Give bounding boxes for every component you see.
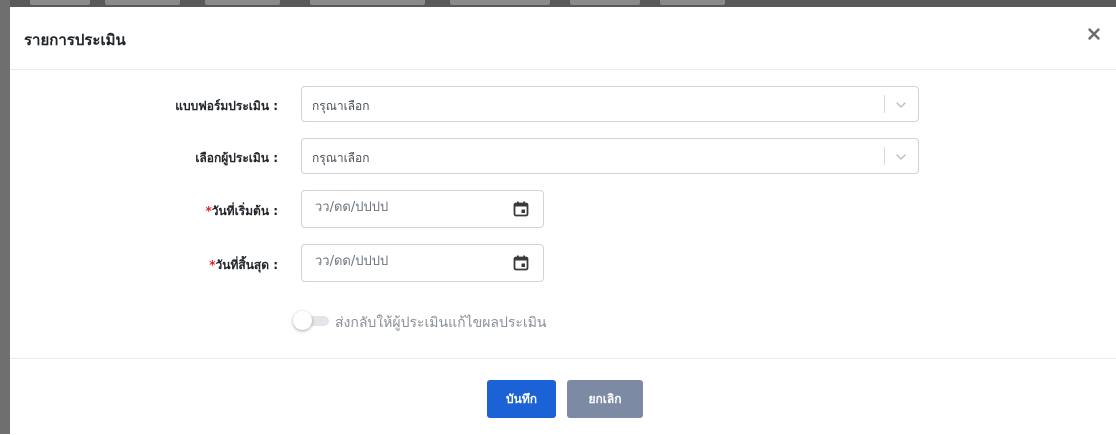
evaluator-value: กรุณาเลือก xyxy=(312,151,370,165)
evaluator-label: เลือกผู้ประเมิน : xyxy=(195,151,278,165)
end-date-input[interactable] xyxy=(315,254,495,269)
evaluation-form-select[interactable]: กรุณาเลือก xyxy=(301,86,919,122)
end-date-row: *วันที่สิ้นสุด : xyxy=(10,244,1116,284)
start-date-label-text: วันที่เริ่มต้น : xyxy=(211,204,278,218)
end-date-field[interactable] xyxy=(301,244,544,282)
backdrop-ghost-text xyxy=(105,0,180,5)
backdrop-ghost-text xyxy=(450,0,550,5)
end-date-label: *วันที่สิ้นสุด : xyxy=(209,256,278,275)
start-date-field[interactable] xyxy=(301,190,544,228)
backdrop-left-edge xyxy=(0,0,10,434)
backdrop-ghost-text xyxy=(310,0,425,5)
select-separator xyxy=(884,147,885,165)
calendar-icon[interactable] xyxy=(512,200,530,218)
save-button[interactable]: บันทึก xyxy=(487,380,556,418)
close-icon xyxy=(1088,28,1100,40)
start-date-label: *วันที่เริ่มต้น : xyxy=(205,202,278,221)
evaluator-row: เลือกผู้ประเมิน : กรุณาเลือก xyxy=(10,137,1116,175)
evaluation-modal: รายการประเมิน แบบฟอร์มประเมิน : กรุณาเลื… xyxy=(10,7,1116,434)
backdrop-ghost-text xyxy=(570,0,640,5)
evaluation-form-row: แบบฟอร์มประเมิน : กรุณาเลือก xyxy=(10,85,1116,123)
end-date-label-text: วันที่สิ้นสุด : xyxy=(215,258,278,272)
close-button[interactable] xyxy=(1084,24,1104,44)
start-date-input[interactable] xyxy=(315,200,495,215)
calendar-icon[interactable] xyxy=(512,254,530,272)
backdrop-top-strip xyxy=(10,0,1116,7)
toggle-knob xyxy=(293,311,312,330)
backdrop-ghost-text xyxy=(30,0,90,5)
chevron-down-icon[interactable] xyxy=(894,150,908,164)
return-toggle-label[interactable]: ส่งกลับให้ผู้ประเมินแก้ไขผลประเมิน xyxy=(335,312,547,334)
modal-footer: บันทึก ยกเลิก xyxy=(10,358,1116,435)
evaluation-form-value: กรุณาเลือก xyxy=(312,99,370,113)
modal-header: รายการประเมิน xyxy=(10,7,1116,70)
return-toggle-switch[interactable] xyxy=(293,311,329,330)
evaluation-form-label: แบบฟอร์มประเมิน : xyxy=(175,99,278,113)
modal-title: รายการประเมิน xyxy=(24,31,126,49)
evaluator-select[interactable]: กรุณาเลือก xyxy=(301,138,919,174)
start-date-row: *วันที่เริ่มต้น : xyxy=(10,190,1116,230)
backdrop-ghost-text xyxy=(660,0,725,5)
cancel-button[interactable]: ยกเลิก xyxy=(567,380,643,418)
select-separator xyxy=(884,95,885,113)
chevron-down-icon[interactable] xyxy=(894,98,908,112)
backdrop-ghost-text xyxy=(205,0,280,5)
screen: รายการประเมิน แบบฟอร์มประเมิน : กรุณาเลื… xyxy=(0,0,1116,434)
